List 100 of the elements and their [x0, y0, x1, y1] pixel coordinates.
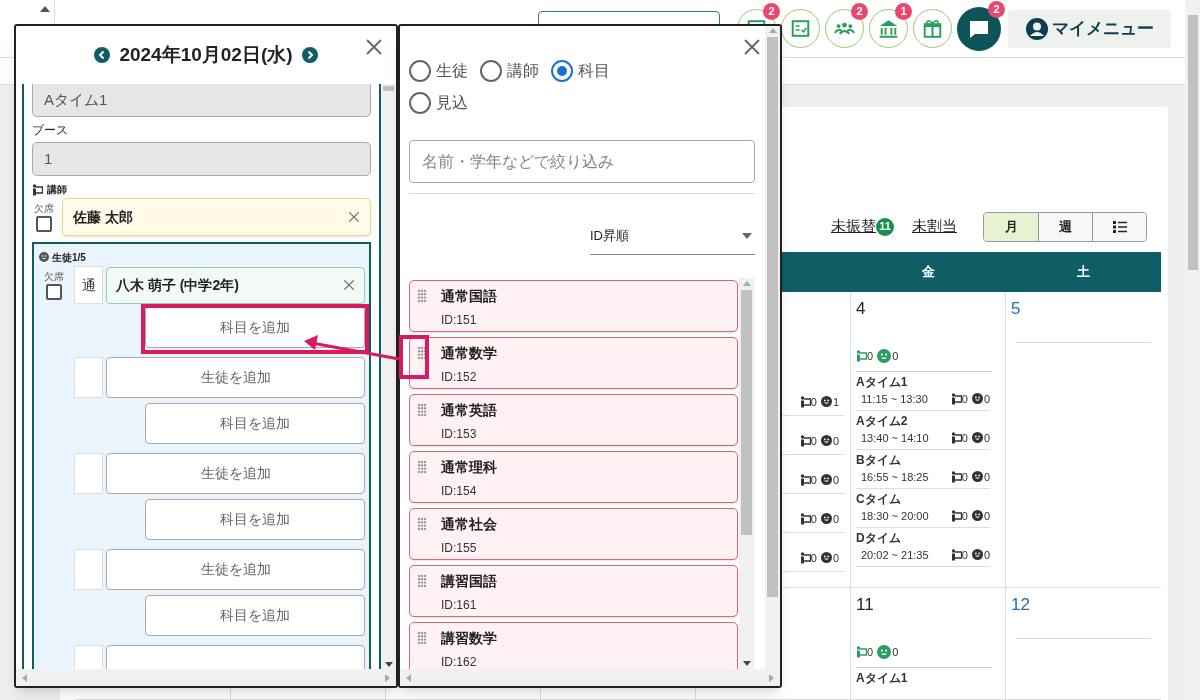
scroll-down-icon[interactable]	[742, 661, 751, 666]
subject-card[interactable]: 通常数学 ID:152	[409, 336, 738, 389]
my-menu-button[interactable]: マイメニュー	[1008, 9, 1171, 48]
teacher-count: 0	[810, 511, 817, 527]
add-subject-button[interactable]: 科目を追加	[145, 403, 365, 444]
horizontal-scrollbar[interactable]	[400, 669, 780, 686]
teacher-count: 0	[867, 645, 874, 660]
scrollbar-thumb[interactable]	[383, 86, 394, 91]
add-student-button[interactable]: 生徒を追加	[106, 549, 365, 590]
calendar-link[interactable]: 未振替	[831, 215, 876, 238]
horizontal-scrollbar[interactable]	[16, 669, 396, 686]
subject-card[interactable]: 講習数学 ID:162	[409, 621, 738, 669]
day-number: 4	[856, 298, 867, 320]
slot-name: Aタイム1	[856, 669, 909, 687]
scrollbar-thumb[interactable]	[741, 289, 752, 535]
student-icon	[971, 471, 983, 483]
teacher-icon	[799, 434, 811, 447]
checkbox[interactable]	[36, 215, 52, 232]
time-slot-field[interactable]: Aタイム1	[32, 84, 371, 117]
scrollbar[interactable]	[765, 26, 780, 669]
icon-button[interactable]	[869, 9, 908, 48]
icon-button[interactable]	[825, 9, 864, 48]
scrollbar[interactable]	[381, 84, 396, 669]
add-subject-button[interactable]: 科目を追加	[145, 307, 365, 348]
empty-cell	[74, 453, 103, 494]
previous-icon[interactable]	[94, 47, 111, 63]
empty-cell	[74, 549, 103, 590]
scroll-right-icon[interactable]	[385, 673, 390, 682]
icon-button[interactable]	[781, 9, 820, 48]
drag-handle-icon[interactable]	[417, 346, 427, 361]
student-count: 0	[983, 508, 990, 524]
add-subject-button[interactable]: 科目を追加	[145, 499, 365, 540]
booth-field[interactable]: 1	[32, 142, 371, 176]
calendar-link[interactable]: 未割当	[912, 215, 957, 238]
student-chip[interactable]: 八木 萌子 (中学2年)	[106, 266, 365, 304]
radio-button[interactable]	[480, 60, 502, 82]
add-student-button[interactable]: 生徒を追加	[106, 453, 365, 494]
scroll-down-icon[interactable]	[384, 662, 393, 667]
close-icon[interactable]	[365, 38, 383, 56]
subject-card[interactable]: 通常社会 ID:155	[409, 507, 738, 560]
slot-time: 16:55 ~ 18:25	[861, 469, 929, 485]
chat-button[interactable]	[957, 6, 1001, 51]
notification-badge: 1	[895, 3, 912, 20]
scroll-right-icon[interactable]	[769, 673, 774, 682]
sort-select[interactable]: ID昇順	[590, 222, 755, 255]
scroll-left-icon[interactable]	[22, 673, 27, 682]
student-count: 0	[983, 547, 990, 563]
subject-card[interactable]: 通常英語 ID:153	[409, 393, 738, 446]
field-label: ブース	[32, 122, 69, 139]
subject-name: 講習数学	[441, 628, 497, 648]
view-toggle[interactable]	[1092, 212, 1146, 241]
teacher-icon	[799, 395, 811, 408]
subject-name: 通常社会	[441, 514, 497, 534]
student-icon	[820, 513, 832, 525]
drag-handle-icon[interactable]	[417, 517, 427, 532]
drag-handle-icon[interactable]	[417, 631, 427, 646]
teacher-icon	[950, 548, 962, 561]
scroll-left-icon[interactable]	[406, 673, 411, 682]
subject-card[interactable]: 通常国語 ID:151	[409, 279, 738, 332]
student-count: 0	[832, 433, 839, 449]
radio-button[interactable]	[409, 60, 431, 82]
checkbox[interactable]	[46, 283, 62, 300]
teacher-count: 0	[810, 433, 817, 449]
radio-label: 見込	[436, 93, 468, 113]
drag-handle-icon[interactable]	[417, 460, 427, 475]
scrollbar-thumb[interactable]	[1187, 15, 1198, 270]
close-icon[interactable]	[343, 279, 355, 291]
scroll-up-icon[interactable]	[40, 5, 50, 12]
teacher-name: 佐藤 太郎	[73, 207, 133, 227]
drag-handle-icon[interactable]	[417, 289, 427, 304]
drag-handle-icon[interactable]	[417, 403, 427, 418]
teacher-icon	[799, 473, 811, 486]
subject-card[interactable]: 通常理科 ID:154	[409, 450, 738, 503]
student-count: 0	[892, 645, 899, 660]
add-student-button[interactable]: 生徒を追加	[106, 357, 365, 398]
teacher-count: 0	[867, 349, 874, 364]
teacher-chip[interactable]: 佐藤 太郎	[62, 198, 371, 236]
close-icon[interactable]	[348, 211, 360, 223]
scrollbar-thumb[interactable]	[767, 37, 778, 597]
lesson-type-cell: 通	[74, 266, 103, 304]
icon-button[interactable]	[913, 9, 952, 48]
scrollbar[interactable]	[739, 277, 754, 669]
drag-handle-icon[interactable]	[417, 574, 427, 589]
user-icon	[1025, 17, 1048, 40]
radio-button[interactable]	[409, 92, 431, 114]
teacher-icon	[32, 183, 43, 196]
subject-card[interactable]: 講習国語 ID:161	[409, 564, 738, 617]
add-subject-button[interactable]: 科目を追加	[145, 595, 365, 636]
radio-label: 講師	[507, 61, 539, 81]
notification-badge: 2	[851, 3, 868, 20]
teacher-count: 0	[961, 430, 968, 446]
notification-badge: 2	[988, 0, 1005, 18]
view-toggle[interactable]: 週	[1038, 212, 1092, 241]
view-toggle[interactable]: 月	[984, 212, 1038, 241]
close-icon[interactable]	[743, 38, 761, 56]
search-field[interactable]: 名前・学年などで絞り込み	[409, 140, 755, 184]
teacher-icon	[950, 392, 962, 405]
radio-button[interactable]	[551, 60, 573, 82]
next-icon[interactable]	[301, 47, 318, 63]
empty-cell	[74, 357, 103, 398]
